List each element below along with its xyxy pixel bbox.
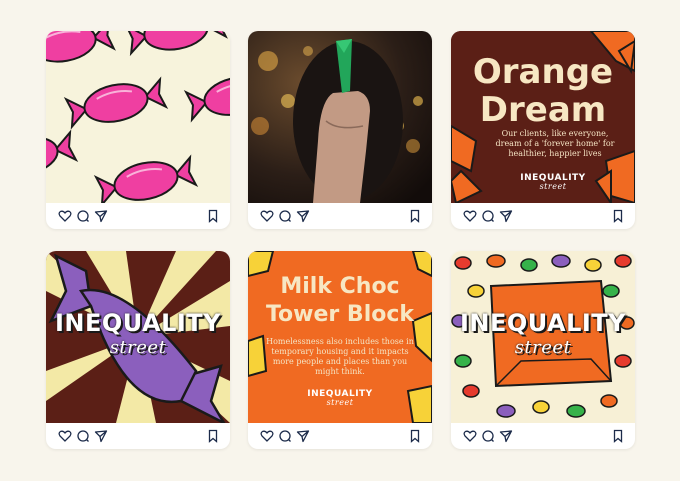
brand-line1: INEQUALITY	[459, 309, 627, 337]
comment-icon[interactable]	[76, 209, 90, 223]
comment-icon[interactable]	[278, 429, 292, 443]
brand-line2: street	[326, 398, 354, 407]
comment-icon[interactable]	[76, 429, 90, 443]
post-title: Orange Dream	[451, 53, 635, 129]
comment-icon[interactable]	[481, 429, 495, 443]
share-icon[interactable]	[94, 209, 108, 223]
post-image-hand-photo[interactable]	[248, 31, 432, 203]
post-title-line2: Dream	[479, 90, 607, 130]
post-title-line1: Milk Choc	[280, 274, 400, 299]
post-actions	[248, 203, 432, 229]
bookmark-icon[interactable]	[206, 429, 220, 443]
post-image-purple-candy[interactable]: INEQUALITY street	[46, 251, 230, 423]
share-icon[interactable]	[94, 429, 108, 443]
post-actions	[451, 423, 635, 449]
post-actions	[46, 203, 230, 229]
brand-logo: INEQUALITY street	[503, 173, 603, 191]
share-icon[interactable]	[499, 429, 513, 443]
bookmark-icon[interactable]	[206, 209, 220, 223]
share-icon[interactable]	[296, 429, 310, 443]
post-card-5: Milk Choc Tower Block Homelessness also …	[248, 251, 432, 449]
post-image-pink-candy[interactable]	[46, 31, 230, 203]
bookmark-icon[interactable]	[611, 209, 625, 223]
bookmark-icon[interactable]	[408, 209, 422, 223]
share-icon[interactable]	[499, 209, 513, 223]
heart-icon[interactable]	[463, 209, 477, 223]
brand-logo: INEQUALITY street	[455, 309, 631, 358]
post-card-3: Orange Dream Our clients, like everyone,…	[451, 31, 635, 229]
brand-line2: street	[514, 337, 572, 358]
post-image-orange-dream[interactable]: Orange Dream Our clients, like everyone,…	[451, 31, 635, 203]
brand-line1: INEQUALITY	[54, 309, 222, 337]
post-body: Homelessness also includes those in temp…	[266, 337, 414, 376]
heart-icon[interactable]	[260, 209, 274, 223]
comment-icon[interactable]	[278, 209, 292, 223]
bookmark-icon[interactable]	[408, 429, 422, 443]
brand-logo: INEQUALITY street	[290, 389, 390, 407]
heart-icon[interactable]	[260, 429, 274, 443]
post-title: Milk Choc Tower Block	[248, 273, 432, 329]
post-card-1	[46, 31, 230, 229]
share-icon[interactable]	[296, 209, 310, 223]
post-title-line1: Orange	[472, 52, 614, 92]
heart-icon[interactable]	[58, 209, 72, 223]
post-actions	[248, 423, 432, 449]
post-card-6: INEQUALITY street	[451, 251, 635, 449]
post-actions	[451, 203, 635, 229]
post-actions	[46, 423, 230, 449]
heart-icon[interactable]	[58, 429, 72, 443]
brand-line2: street	[539, 182, 567, 191]
brand-line2: street	[109, 337, 167, 358]
comment-icon[interactable]	[481, 209, 495, 223]
post-image-multi-candy[interactable]: INEQUALITY street	[451, 251, 635, 423]
heart-icon[interactable]	[463, 429, 477, 443]
post-title-line2: Tower Block	[265, 302, 415, 327]
post-card-2	[248, 31, 432, 229]
post-body: Our clients, like everyone, dream of a '…	[495, 129, 615, 158]
post-card-4: INEQUALITY street	[46, 251, 230, 449]
bookmark-icon[interactable]	[611, 429, 625, 443]
post-image-milk-choc[interactable]: Milk Choc Tower Block Homelessness also …	[248, 251, 432, 423]
brand-logo: INEQUALITY street	[50, 309, 226, 358]
